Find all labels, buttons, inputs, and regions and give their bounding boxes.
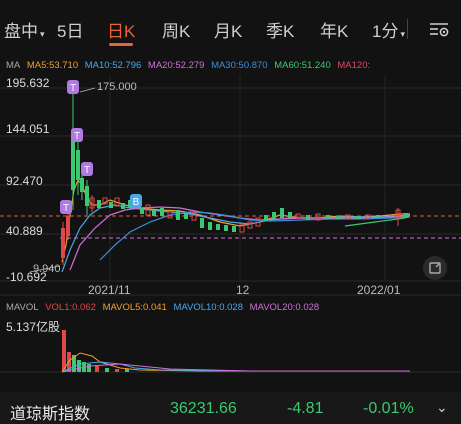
price-axis-label: 40.889 [6, 224, 43, 238]
mavol5-line [61, 352, 410, 373]
svg-text:B: B [133, 197, 140, 208]
volume-legend: MAVOL VOL1:0.062 MAVOL5:0.041 MAVOL10:0.… [6, 302, 323, 313]
index-price: 36231.66 [170, 400, 237, 417]
price-axis-high: 195.632 [6, 76, 50, 90]
svg-text:T: T [74, 131, 80, 142]
index-change: -4.81 [287, 400, 324, 417]
max-marker-leader [79, 87, 96, 93]
event-marker-t[interactable]: T [81, 162, 93, 176]
reset-zoom-icon [429, 262, 441, 274]
ma5-line [61, 178, 410, 263]
date-label: 2021/11 [88, 283, 131, 297]
min-price-marker: 9.940 [33, 263, 61, 275]
chevron-down-icon[interactable]: ⌄ [436, 399, 448, 416]
mavol20-value: MAVOL20:0.028 [249, 302, 320, 313]
date-label: 2022/01 [357, 283, 401, 297]
event-marker-t[interactable]: T [60, 200, 72, 214]
mavol10-value: MAVOL10:0.028 [173, 302, 244, 313]
price-axis-label: 144.051 [6, 122, 50, 136]
event-marker-t[interactable]: T [67, 80, 79, 94]
event-marker-b[interactable]: B [130, 194, 142, 208]
volume-axis-max: 5.137亿股 [6, 320, 61, 334]
date-label: 12 [236, 283, 250, 297]
svg-text:T: T [63, 203, 69, 214]
index-name: 道琼斯指数 [10, 406, 91, 423]
vol1-value: VOL1:0.062 [45, 302, 96, 313]
reset-zoom-button[interactable] [423, 256, 447, 280]
kline-chart[interactable]: T T T T B [0, 0, 461, 392]
event-marker-t[interactable]: T [71, 128, 83, 142]
volume-legend-title: MAVOL [6, 302, 39, 313]
mavol20-line [61, 363, 410, 373]
index-change-pct: -0.01% [363, 400, 414, 417]
price-axis-label: 92.470 [6, 174, 43, 188]
svg-text:T: T [84, 165, 90, 176]
mavol5-value: MAVOL5:0.041 [102, 302, 167, 313]
max-price-marker: 175.000 [97, 81, 137, 93]
quote-bar[interactable]: 道琼斯指数 36231.66 -4.81 -0.01% ⌄ [0, 392, 461, 424]
svg-text:T: T [70, 83, 76, 94]
